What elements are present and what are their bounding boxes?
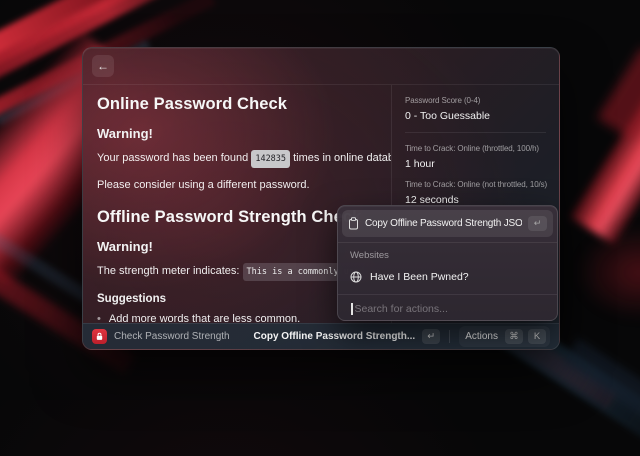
actions-menu-button[interactable]: Actions ⌘ K (459, 326, 550, 347)
found-line-pre: Your password has been found (97, 152, 251, 164)
offline-warning-title: Warning! (97, 239, 377, 254)
cmd-key-badge: ⌘ (505, 329, 523, 344)
advice-line: Please consider using a different passwo… (97, 177, 377, 193)
action-panel: Copy Offline Password Strength JSON ↵ We… (337, 205, 558, 321)
action-label: Copy Offline Password Strength JSON (365, 218, 522, 229)
online-warning-title: Warning! (97, 126, 377, 141)
clipboard-icon (348, 217, 359, 230)
websites-section-label: Websites (350, 250, 545, 261)
meter-line: The strength meter indicates: This is a … (97, 263, 377, 281)
metadata-label: Time to Crack: Online (not throttled, 10… (405, 180, 546, 189)
panel-divider (338, 242, 557, 243)
metadata-divider (405, 132, 546, 133)
raycast-window: ← Online Password Check Warning! Your pa… (82, 47, 560, 350)
window-header: ← (83, 48, 559, 85)
bullet-dot: • (97, 312, 101, 323)
wallpaper-ribbon (570, 47, 640, 244)
wallpaper-streak (562, 338, 640, 456)
command-name: Check Password Strength (114, 331, 230, 342)
action-label: Have I Been Pwned? (370, 271, 545, 283)
metadata-label: Time to Crack: Online (throttled, 100/h) (405, 144, 546, 153)
action-item-hibp[interactable]: Have I Been Pwned? (342, 265, 553, 289)
k-key-badge: K (528, 329, 546, 344)
desktop: { "header": { "back_icon": "←" }, "conte… (0, 0, 640, 400)
found-line-post: times in online databases. (290, 152, 391, 164)
enter-key-badge: ↵ (422, 329, 440, 344)
offline-check-title: Offline Password Strength Check (97, 208, 377, 227)
wallpaper-shape (597, 47, 640, 142)
back-button[interactable]: ← (92, 55, 114, 77)
text-caret (351, 303, 353, 315)
online-check-title: Online Password Check (97, 95, 377, 114)
actions-label: Actions (465, 331, 498, 342)
meter-line-pre: The strength meter indicates: (97, 265, 243, 277)
wallpaper-glow (575, 225, 640, 320)
status-divider (449, 330, 450, 343)
action-item-copy-json[interactable]: Copy Offline Password Strength JSON ↵ (342, 210, 553, 237)
metadata-value: 0 - Too Guessable (405, 110, 546, 122)
metadata-value: 1 hour (405, 158, 546, 170)
found-line: Your password has been found 142835 time… (97, 150, 377, 168)
suggestions-title: Suggestions (97, 293, 377, 305)
found-count-code: 142835 (251, 150, 290, 168)
action-search-field[interactable] (342, 295, 553, 322)
status-bar: Check Password Strength Copy Offline Pas… (83, 323, 559, 349)
action-search-input[interactable] (355, 303, 545, 315)
suggestion-item: • Add more words that are less common. (97, 312, 377, 323)
back-arrow-icon: ← (97, 59, 109, 73)
enter-key-badge: ↵ (528, 216, 547, 231)
globe-icon (350, 271, 362, 283)
password-app-icon (92, 329, 107, 344)
suggestion-text: Add more words that are less common. (109, 312, 300, 323)
metadata-label: Password Score (0-4) (405, 96, 546, 105)
primary-action-label[interactable]: Copy Offline Password Strength... (254, 331, 416, 342)
